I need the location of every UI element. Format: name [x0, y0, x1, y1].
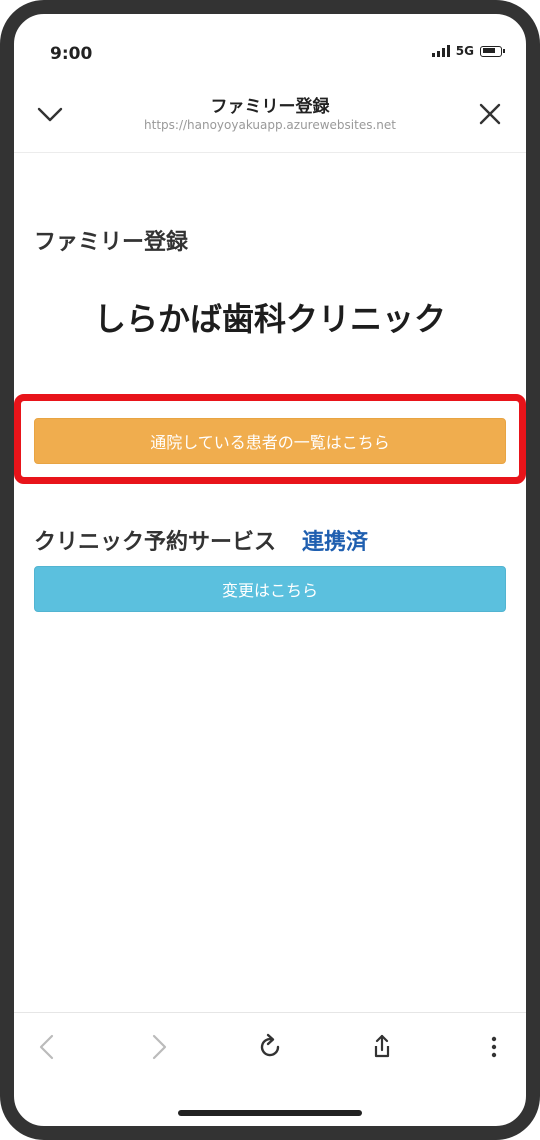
status-time: 9:00 [50, 44, 93, 64]
patients-list-button[interactable]: 通院している患者の一覧はこちら [34, 418, 506, 464]
network-label: 5G [455, 44, 474, 58]
battery-icon [480, 45, 505, 57]
section-label: ファミリー登録 [34, 230, 189, 255]
bottom-toolbar [14, 1012, 526, 1083]
nav-url: https://hanoyoyakuapp.azurewebsites.net [144, 118, 396, 132]
home-indicator[interactable] [178, 1110, 362, 1116]
service-row: クリニック予約サービス 連携済 [34, 524, 368, 556]
share-icon[interactable] [364, 1029, 400, 1065]
more-icon[interactable] [476, 1029, 512, 1065]
service-label: クリニック予約サービス [34, 530, 277, 555]
back-arrow-icon[interactable] [30, 1029, 66, 1065]
reload-icon[interactable] [252, 1029, 288, 1065]
nav-header: ファミリー登録 https://hanoyoyakuapp.azurewebsi… [14, 88, 526, 153]
forward-arrow-icon[interactable] [140, 1029, 176, 1065]
close-icon[interactable] [474, 98, 506, 130]
service-status: 連携済 [302, 530, 369, 555]
screen: 9:00 5G ファミリー登録 https://hanoyoyakuapp.az… [14, 14, 526, 1126]
change-button[interactable]: 変更はこちら [34, 566, 506, 612]
nav-title: ファミリー登録 [210, 97, 330, 117]
clinic-name: しらかば歯科クリニック [93, 300, 446, 338]
phone-frame: 9:00 5G ファミリー登録 https://hanoyoyakuapp.az… [0, 0, 540, 1140]
status-indicators: 5G [431, 44, 505, 58]
status-bar: 9:00 5G [14, 14, 526, 84]
signal-icon [431, 45, 450, 57]
